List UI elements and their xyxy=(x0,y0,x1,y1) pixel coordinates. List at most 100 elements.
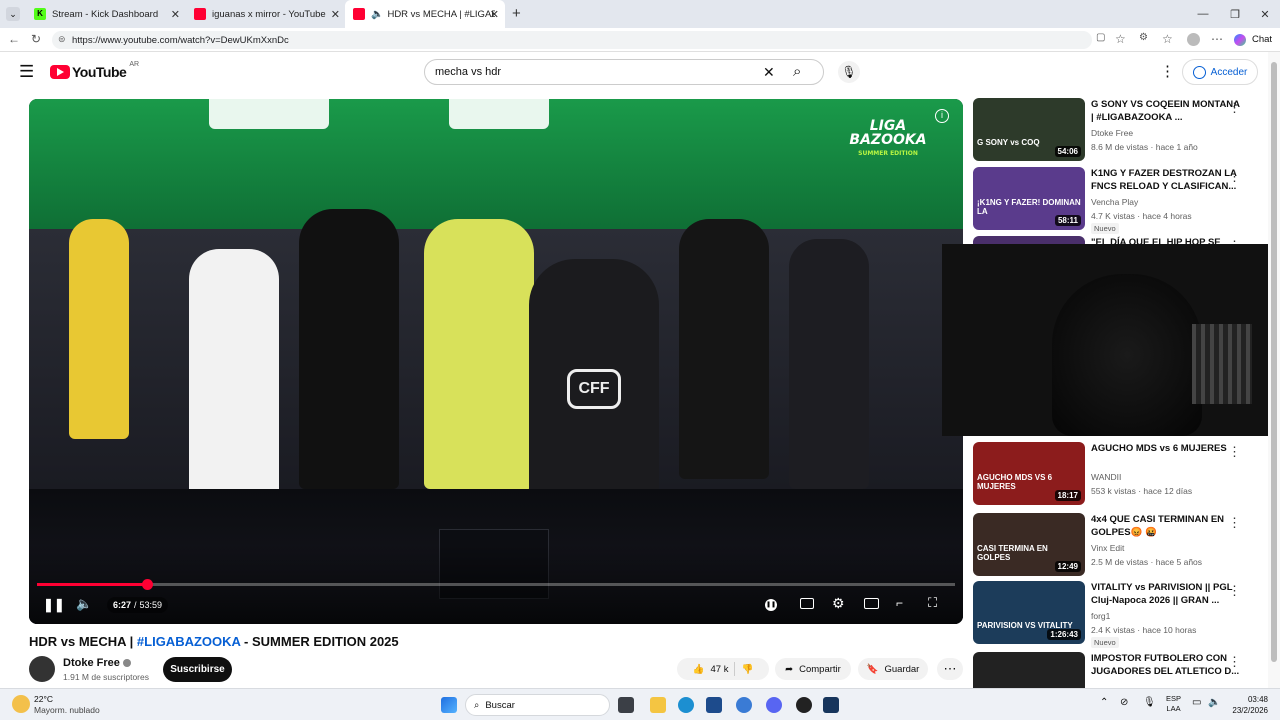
more-options-icon[interactable]: ⋮ xyxy=(1228,169,1241,185)
video-thumbnail[interactable]: ¡K1NG Y FAZER! DOMINAN LA 58:11 xyxy=(973,167,1085,230)
close-icon[interactable]: ✕ xyxy=(331,8,340,21)
discord-icon[interactable] xyxy=(766,697,782,713)
recommendation-item[interactable]: G SONY vs COQ 54:06 G SONY VS COQEEIN MONT… xyxy=(973,98,1263,162)
network-icon[interactable]: ⊘ xyxy=(1120,697,1128,708)
voice-search-icon[interactable]: 🎙 xyxy=(838,61,860,83)
clock[interactable]: 03:48 23/2/2026 xyxy=(1226,694,1268,716)
hashtag-link[interactable]: #LIGABAZOOKA xyxy=(137,634,241,649)
chat-label[interactable]: Chat xyxy=(1252,34,1272,45)
reload-icon[interactable]: ↻ xyxy=(31,32,41,46)
channel-avatar[interactable] xyxy=(29,656,55,682)
share-button[interactable]: ➦ Compartir xyxy=(775,658,851,680)
more-options-icon[interactable]: ⋮ xyxy=(1228,444,1241,460)
page-scrollbar[interactable] xyxy=(1268,52,1280,688)
video-thumbnail[interactable]: G SONY vs COQ 54:06 xyxy=(973,98,1085,161)
display-icon[interactable]: ▭ xyxy=(1192,697,1201,708)
save-button[interactable]: 🔖 Guardar xyxy=(858,658,928,680)
extensions-icon[interactable]: ⚙ xyxy=(1139,32,1148,43)
dislike-icon[interactable]: 👎 xyxy=(741,664,753,675)
window-close-button[interactable]: ✕ xyxy=(1248,0,1280,28)
tab-iguanas-mirror[interactable]: iguanas x mirror - YouTube ✕ xyxy=(186,0,346,28)
signin-button[interactable]: Acceder xyxy=(1182,59,1258,85)
file-explorer-icon[interactable] xyxy=(650,697,666,713)
video-player[interactable]: CFF LIGA BAZOOKA SUMMER EDITION i ❚❚ 🔈 6… xyxy=(29,99,963,624)
search-input[interactable]: mecha vs hdr ✕ ⌕ xyxy=(424,59,824,85)
windows-start-icon[interactable] xyxy=(441,697,457,713)
tray-chevron-icon[interactable]: ⌃ xyxy=(1100,697,1108,708)
more-menu-icon[interactable]: ⋯ xyxy=(1211,32,1223,46)
channel-name[interactable]: Vencha Play xyxy=(1091,197,1138,207)
more-options-icon[interactable]: ⋮ xyxy=(1228,583,1241,599)
subscribe-button[interactable]: Suscribirse xyxy=(163,657,232,682)
maximize-button[interactable]: ❐ xyxy=(1218,0,1252,28)
video-title[interactable]: K1NG Y FAZER DESTROZAN LA FNCS RELOAD Y … xyxy=(1091,167,1241,193)
like-count[interactable]: 47 k xyxy=(711,664,729,675)
copilot-icon[interactable] xyxy=(1234,34,1246,46)
youtube-logo[interactable]: YouTube AR xyxy=(50,61,139,80)
tab-hdr-vs-mecha[interactable]: 🔈 HDR vs MECHA | #LIGABAZO ✕ xyxy=(345,0,505,28)
clear-search-icon[interactable]: ✕ xyxy=(763,64,775,81)
recommendation-item[interactable]: CASI TERMINA EN GOLPES 12:49 4x4 QUE CASI … xyxy=(973,513,1263,577)
recommendation-item[interactable]: PARIVISION VS VITALITY 1:26:43 VITALITY vs… xyxy=(973,581,1263,648)
browser-icon[interactable] xyxy=(736,697,752,713)
edge-icon[interactable] xyxy=(678,697,694,713)
settings-more-icon[interactable]: ⋮ xyxy=(1160,62,1175,80)
pause-icon[interactable]: ❚❚ xyxy=(43,597,65,613)
profile-avatar[interactable] xyxy=(1187,33,1200,46)
more-options-icon[interactable]: ⋮ xyxy=(1228,515,1241,531)
cast-icon[interactable]: ⌐ xyxy=(896,596,903,610)
video-title[interactable]: VITALITY vs PARIVISION || PGL Cluj-Napoc… xyxy=(1091,581,1241,607)
video-title[interactable]: IMPOSTOR FUTBOLERO CON JUGADORES DEL ATL… xyxy=(1091,652,1241,678)
hamburger-menu-icon[interactable]: ☰ xyxy=(19,62,34,82)
recommendation-item[interactable]: ¡K1NG Y FAZER! DOMINAN LA 58:11 K1NG Y FAZ… xyxy=(973,167,1263,234)
more-options-icon[interactable]: ⋮ xyxy=(1228,100,1241,116)
favorite-star-icon[interactable]: ☆ xyxy=(1115,32,1126,46)
channel-name[interactable]: Dtoke Free xyxy=(63,657,131,669)
weather-desc[interactable]: Mayorm. nublado xyxy=(34,705,100,715)
weather-icon[interactable] xyxy=(12,695,30,713)
channel-name[interactable]: forg1 xyxy=(1091,611,1110,621)
subtitles-icon[interactable] xyxy=(800,598,814,609)
new-tab-button[interactable]: + xyxy=(512,5,521,22)
store-icon[interactable] xyxy=(706,697,722,713)
taskbar-search[interactable]: ⌕ Buscar xyxy=(465,694,610,716)
video-thumbnail[interactable]: PARIVISION VS VITALITY 1:26:43 xyxy=(973,581,1085,644)
site-info-icon[interactable]: ⊜ xyxy=(58,34,66,45)
more-actions-button[interactable]: ⋯ xyxy=(937,658,963,680)
progress-bar[interactable] xyxy=(37,579,955,590)
settings-gear-icon[interactable]: ⚙ xyxy=(832,595,845,612)
weather-temp[interactable]: 22°C xyxy=(34,694,53,704)
recommendation-item[interactable]: AGUCHO MDS VS 6 MUJERES 18:17 AGUCHO MDS v… xyxy=(973,442,1263,506)
channel-name[interactable]: Dtoke Free xyxy=(1091,128,1133,138)
task-view-icon[interactable] xyxy=(618,697,634,713)
more-options-icon[interactable]: ⋮ xyxy=(1228,654,1241,670)
info-icon[interactable]: i xyxy=(935,109,949,123)
search-icon[interactable]: ⌕ xyxy=(793,63,801,80)
back-icon[interactable]: ← xyxy=(8,32,20,46)
video-title[interactable]: AGUCHO MDS vs 6 MUJERES xyxy=(1091,442,1241,455)
video-title[interactable]: G SONY VS COQEEIN MONTANA | #LIGABAZOOKA… xyxy=(1091,98,1241,124)
volume-icon[interactable]: 🔈 xyxy=(1208,697,1220,708)
close-icon[interactable]: ✕ xyxy=(490,8,499,21)
video-title[interactable]: 4x4 QUE CASI TERMINAN EN GOLPES😡 🤬 xyxy=(1091,513,1241,539)
obs-icon[interactable] xyxy=(796,697,812,713)
channel-name[interactable]: Vinx Edit xyxy=(1091,543,1124,553)
language-indicator[interactable]: ESP LAA xyxy=(1166,694,1181,714)
video-thumbnail[interactable]: AGUCHO MDS VS 6 MUJERES 18:17 xyxy=(973,442,1085,505)
close-icon[interactable]: ✕ xyxy=(171,8,180,21)
scrollbar-thumb[interactable] xyxy=(1271,62,1277,662)
like-icon[interactable]: 👍 xyxy=(693,664,705,675)
favorites-icon[interactable]: ☆ xyxy=(1162,32,1173,46)
tab-search-button[interactable]: ⌄ xyxy=(6,7,20,21)
mic-icon[interactable]: 🎙 xyxy=(1143,697,1156,708)
url-field[interactable]: ⊜ https://www.youtube.com/watch?v=DewUKm… xyxy=(52,31,1092,49)
channel-name[interactable]: WANDII xyxy=(1091,472,1121,482)
fullscreen-icon[interactable]: ⛶ xyxy=(928,595,937,611)
volume-icon[interactable]: 🔈 xyxy=(76,596,92,612)
video-thumbnail[interactable]: CASI TERMINA EN GOLPES 12:49 xyxy=(973,513,1085,576)
miniplayer-icon[interactable] xyxy=(864,598,879,609)
autoplay-toggle-icon[interactable]: ❚❚ xyxy=(765,599,777,611)
minimize-button[interactable]: — xyxy=(1186,0,1220,28)
reader-icon[interactable]: ▢ xyxy=(1096,32,1105,43)
tab-kick-dashboard[interactable]: K Stream - Kick Dashboard ✕ xyxy=(26,0,186,28)
